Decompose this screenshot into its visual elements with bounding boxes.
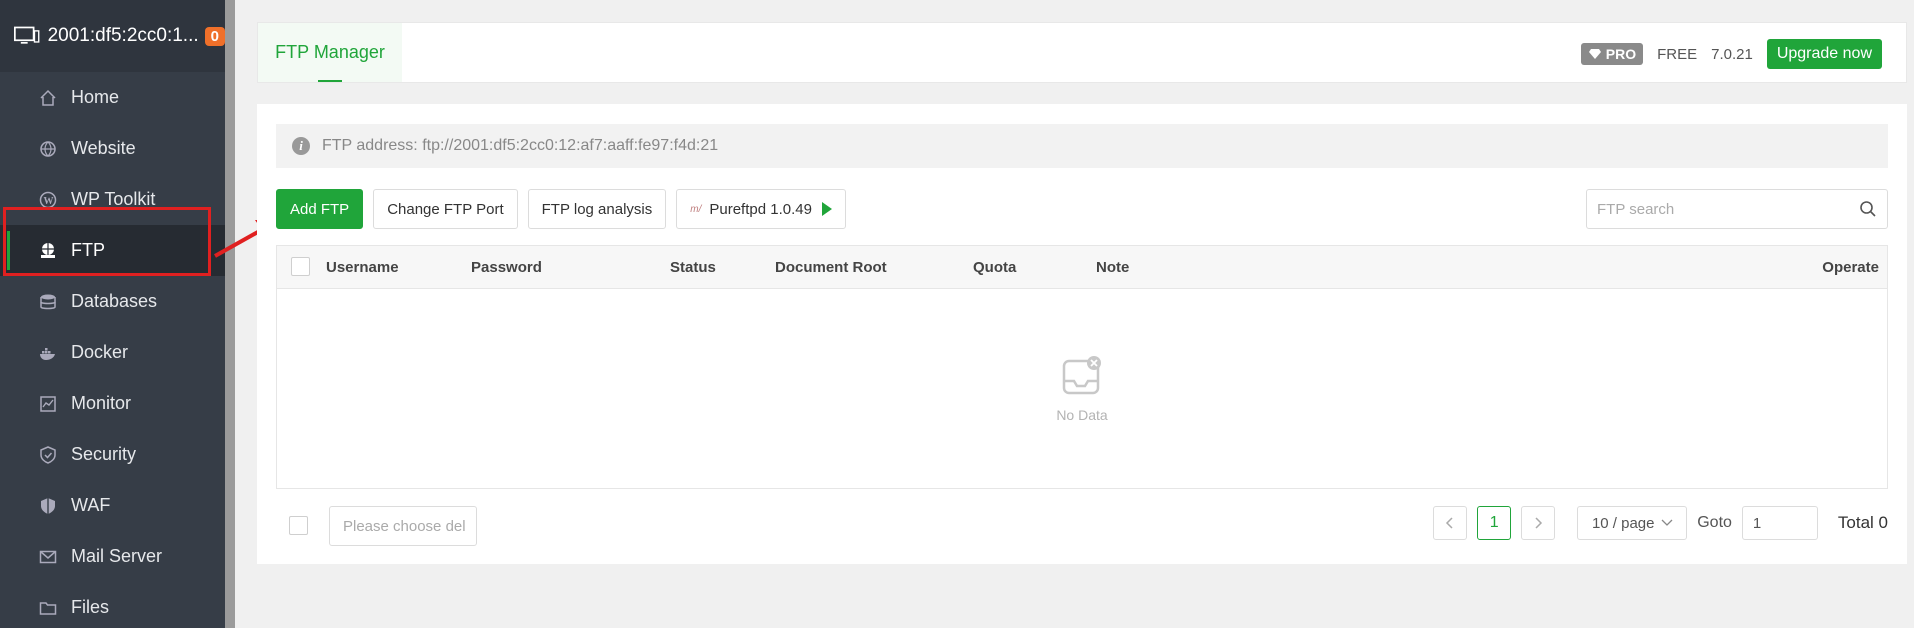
ftp-panel: i FTP address: ftp://2001:df5:2cc0:12:af… bbox=[257, 104, 1907, 564]
pro-badge[interactable]: PRO bbox=[1580, 43, 1644, 65]
no-data-icon bbox=[1062, 355, 1101, 394]
sidebar-item-label: WAF bbox=[71, 495, 111, 515]
search-icon[interactable] bbox=[1859, 200, 1877, 218]
column-password: Password bbox=[471, 259, 542, 276]
docker-icon bbox=[38, 343, 57, 362]
ftp-icon bbox=[38, 241, 57, 260]
sidebar: 2001:df5:2cc0:1... 0 Home Website W WP To… bbox=[0, 0, 225, 628]
monitor-icon bbox=[14, 26, 40, 44]
tab-ftp-manager[interactable]: FTP Manager bbox=[258, 23, 402, 82]
wordpress-icon: W bbox=[38, 190, 57, 209]
column-note: Note bbox=[1096, 259, 1130, 276]
sidebar-item-label: Security bbox=[71, 444, 137, 464]
waf-shield-icon bbox=[38, 496, 57, 515]
column-quota: Quota bbox=[973, 259, 1017, 276]
notification-badge[interactable]: 0 bbox=[204, 26, 225, 46]
goto-page-input[interactable]: 1 bbox=[1741, 506, 1818, 540]
pagination: 1 10 / page Goto 1 Total 0 bbox=[1433, 506, 1888, 540]
ftp-log-analysis-button[interactable]: FTP log analysis bbox=[527, 189, 667, 229]
ftp-search-box[interactable] bbox=[1586, 189, 1888, 229]
folder-icon bbox=[38, 598, 57, 617]
sidebar-item-label: FTP bbox=[71, 240, 105, 260]
table-header: Username Password Status Document Root Q… bbox=[277, 246, 1887, 289]
no-data-text: No Data bbox=[1056, 406, 1108, 423]
sidebar-nav: Home Website W WP Toolkit FTP Databases D… bbox=[0, 72, 225, 628]
sidebar-item-label: Files bbox=[71, 597, 110, 617]
play-icon bbox=[821, 202, 832, 216]
mail-icon bbox=[38, 547, 57, 566]
sidebar-item-label: Databases bbox=[71, 291, 158, 311]
page-number-current[interactable]: 1 bbox=[1477, 506, 1512, 540]
svg-text:W: W bbox=[43, 196, 53, 207]
pureftpd-label: Pureftpd 1.0.49 bbox=[709, 200, 812, 218]
top-bar: FTP Manager PRO FREE 7.0.21 Upgrade now bbox=[257, 22, 1907, 83]
info-icon: i bbox=[292, 137, 310, 155]
sidebar-item-mail-server[interactable]: Mail Server bbox=[0, 531, 225, 582]
database-icon bbox=[38, 292, 57, 311]
select-all-checkbox[interactable] bbox=[291, 257, 310, 276]
version-info: PRO FREE 7.0.21 Upgrade now bbox=[1580, 39, 1882, 69]
page-size-select[interactable]: 10 / page bbox=[1577, 506, 1688, 540]
column-document-root: Document Root bbox=[775, 259, 887, 276]
total-count: Total 0 bbox=[1837, 513, 1888, 532]
server-name: 2001:df5:2cc0:1... bbox=[47, 25, 199, 46]
batch-select-checkbox[interactable] bbox=[289, 516, 308, 535]
chevron-down-icon bbox=[1661, 519, 1672, 526]
sidebar-item-label: Docker bbox=[71, 342, 129, 362]
ftp-table: Username Password Status Document Root Q… bbox=[276, 245, 1888, 489]
pro-label: PRO bbox=[1605, 46, 1637, 62]
add-ftp-button[interactable]: Add FTP bbox=[276, 189, 364, 229]
monitor-chart-icon bbox=[38, 394, 57, 413]
pureftpd-button[interactable]: m/ Pureftpd 1.0.49 bbox=[676, 189, 846, 229]
sidebar-item-waf[interactable]: WAF bbox=[0, 480, 225, 531]
table-footer: Please choose del 1 10 / page Goto 1 Tot… bbox=[276, 506, 1888, 546]
sidebar-item-ftp[interactable]: FTP bbox=[0, 225, 225, 276]
column-status: Status bbox=[670, 259, 716, 276]
sidebar-item-home[interactable]: Home bbox=[0, 72, 225, 123]
sidebar-item-label: WP Toolkit bbox=[71, 189, 156, 209]
prev-page-button[interactable] bbox=[1433, 506, 1468, 540]
column-username[interactable]: Username bbox=[326, 259, 399, 276]
sidebar-item-label: Mail Server bbox=[71, 546, 163, 566]
batch-action-select[interactable]: Please choose del bbox=[329, 506, 477, 546]
home-icon bbox=[38, 88, 57, 107]
goto-label: Goto bbox=[1697, 514, 1732, 531]
sidebar-item-website[interactable]: Website bbox=[0, 123, 225, 174]
version-label: 7.0.21 bbox=[1711, 45, 1753, 63]
action-buttons: Add FTP Change FTP Port FTP log analysis… bbox=[276, 189, 846, 229]
page-size-value: 10 / page bbox=[1591, 514, 1655, 532]
sidebar-item-wp-toolkit[interactable]: W WP Toolkit bbox=[0, 174, 225, 225]
column-operate: Operate bbox=[1822, 259, 1879, 276]
sidebar-item-security[interactable]: Security bbox=[0, 429, 225, 480]
pureftpd-logo-icon: m/ bbox=[690, 203, 702, 215]
sidebar-scrollbar[interactable] bbox=[225, 0, 235, 628]
chevron-left-icon bbox=[1446, 517, 1453, 529]
ftp-address: FTP address: ftp://2001:df5:2cc0:12:af7:… bbox=[322, 137, 719, 154]
next-page-button[interactable] bbox=[1521, 506, 1556, 540]
shield-icon bbox=[38, 445, 57, 464]
sidebar-item-databases[interactable]: Databases bbox=[0, 276, 225, 327]
upgrade-button[interactable]: Upgrade now bbox=[1766, 39, 1882, 69]
globe-icon bbox=[38, 139, 57, 158]
sidebar-item-label: Website bbox=[71, 138, 136, 158]
ftp-search-input[interactable] bbox=[1597, 200, 1859, 218]
chevron-right-icon bbox=[1535, 517, 1543, 529]
sidebar-item-files[interactable]: Files bbox=[0, 582, 225, 628]
empty-state: No Data bbox=[277, 289, 1887, 488]
diamond-icon bbox=[1588, 49, 1601, 59]
sidebar-item-monitor[interactable]: Monitor bbox=[0, 378, 225, 429]
server-header[interactable]: 2001:df5:2cc0:1... 0 bbox=[0, 0, 225, 72]
sidebar-item-label: Monitor bbox=[71, 393, 132, 413]
edition-label: FREE bbox=[1657, 45, 1698, 63]
sidebar-item-docker[interactable]: Docker bbox=[0, 327, 225, 378]
ftp-address-bar: i FTP address: ftp://2001:df5:2cc0:12:af… bbox=[276, 124, 1888, 168]
sidebar-item-label: Home bbox=[71, 87, 120, 107]
change-ftp-port-button[interactable]: Change FTP Port bbox=[373, 189, 518, 229]
